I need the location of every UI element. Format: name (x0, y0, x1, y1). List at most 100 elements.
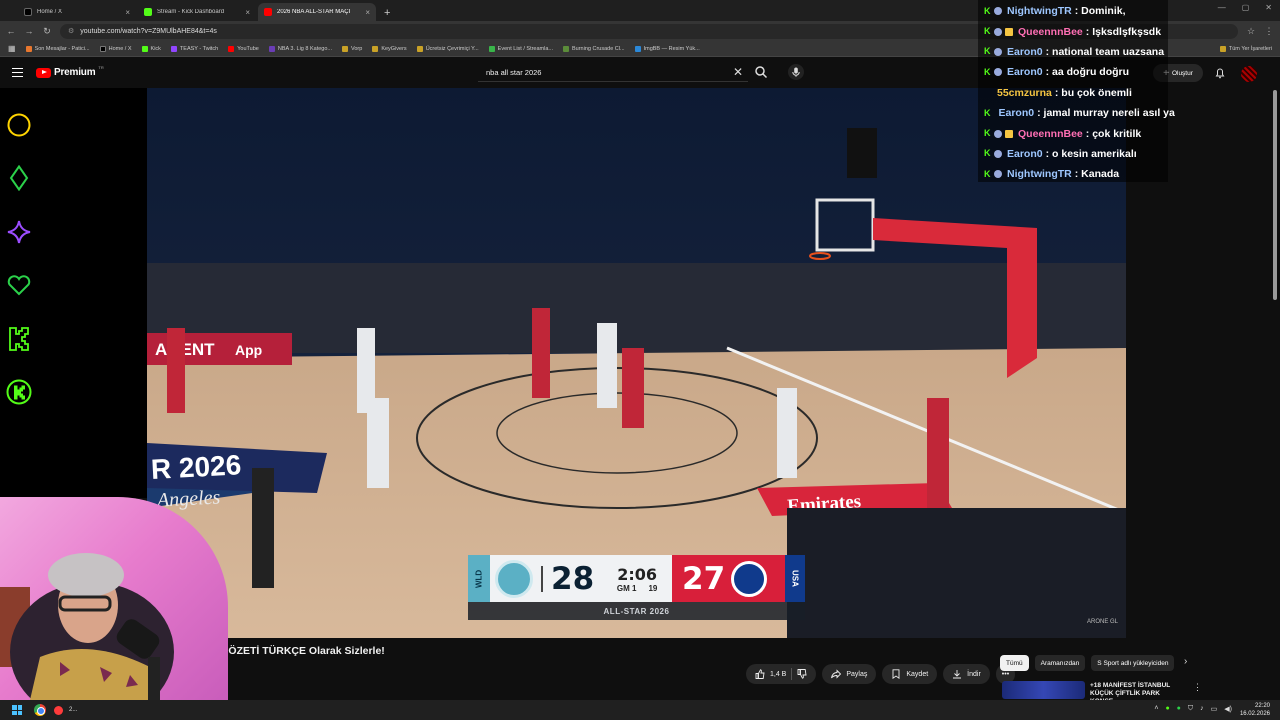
network-icon[interactable]: ▭ (1211, 705, 1218, 713)
star-icon (7, 220, 31, 244)
search-input[interactable]: nba all star 2026 (478, 64, 748, 82)
thumbs-down-icon[interactable] (797, 669, 807, 679)
like-button[interactable]: 1,4 B (746, 664, 817, 684)
bookmark-item[interactable]: KeyGivers (372, 45, 407, 52)
chat-username: NightwingTR (1007, 168, 1072, 181)
bookmark-star-icon[interactable]: ☆ (1246, 26, 1256, 37)
chat-message: K NightwingTR : Kanada (978, 164, 1168, 184)
app-dot-icon[interactable] (54, 705, 63, 715)
share-label: Paylaş (846, 670, 868, 678)
bookmark-item[interactable]: Event List / Streamla... (488, 45, 553, 52)
video-title: IN ÖZETİ TÜRKÇE Olarak Sizlerle! (215, 645, 385, 657)
extensions-icon[interactable]: ⋮ (1264, 26, 1274, 37)
avatar[interactable] (1241, 66, 1257, 82)
bookmark-item[interactable]: ImgBB — Resim Yük... (634, 45, 700, 52)
download-button[interactable]: İndir (943, 664, 990, 684)
site-info-icon[interactable]: ⚙ (68, 27, 74, 35)
tab-label: 2026 NBA ALL-STAR MAÇI (277, 9, 351, 15)
user-badge-icon (994, 7, 1002, 16)
share-button[interactable]: Paylaş (822, 664, 877, 684)
bookmark-item[interactable]: Kick (141, 45, 161, 52)
microphone-icon[interactable] (788, 64, 804, 80)
close-tab-icon[interactable]: × (125, 8, 130, 17)
browser-tab-x[interactable]: Home / X × (18, 3, 136, 21)
minimize-icon[interactable]: — (1218, 3, 1226, 12)
bookmark-item[interactable]: Vorp (341, 45, 362, 52)
user-badge-icon (994, 27, 1002, 36)
all-bookmarks-folder[interactable]: Tüm Yer İşaretleri (1219, 45, 1272, 52)
chip-all[interactable]: Tümü (1000, 655, 1029, 671)
download-label: İndir (967, 670, 981, 678)
browser-tab-youtube[interactable]: 2026 NBA ALL-STAR MAÇI × (258, 3, 376, 21)
new-tab-button[interactable]: + (384, 7, 390, 21)
forward-icon[interactable]: → (24, 26, 34, 36)
player-white (777, 388, 797, 478)
search-icon[interactable] (754, 65, 768, 79)
reload-icon[interactable]: ↻ (42, 26, 52, 37)
team-right-abbr: USA (785, 555, 805, 602)
player-white (597, 323, 617, 408)
app-tray-icon[interactable]: ● (1165, 705, 1169, 713)
close-tab-icon[interactable]: × (245, 8, 250, 17)
taskbar-app-label[interactable]: 2... (69, 707, 77, 713)
shield-icon[interactable]: ⛉ (1188, 705, 1193, 713)
page-scrollbar[interactable] (1273, 90, 1277, 300)
player-white (367, 398, 389, 488)
bookmark-item[interactable]: TEASY - Twitch (170, 45, 218, 52)
more-vertical-icon[interactable]: ⋮ (1193, 682, 1202, 693)
download-icon (953, 670, 962, 679)
game-clock-block: 2:06 GM 1 19 (602, 565, 672, 593)
system-tray: ˄ ● ● ⛉ ♪ ▭ ◀) (1154, 705, 1232, 713)
windows-start-icon[interactable] (12, 705, 22, 715)
bookmark-item[interactable]: NBA 3. Lig 8 Katego... (268, 45, 332, 52)
chat-text: : o kesin amerikalı (1045, 147, 1137, 160)
like-count: 1,4 B (770, 670, 787, 678)
kick-icon (9, 327, 29, 351)
close-window-icon[interactable]: ✕ (1265, 3, 1272, 12)
volume-icon[interactable]: ◀) (1224, 705, 1232, 713)
chevron-right-icon[interactable]: › (1184, 656, 1187, 667)
referee (252, 468, 274, 588)
chat-username: Earon0 (998, 107, 1035, 120)
bookmark-item[interactable]: Son Mesajlar - Patici... (25, 45, 90, 52)
clear-search-icon[interactable]: ✕ (733, 65, 743, 79)
apps-grid-icon[interactable]: ▦ (8, 44, 16, 53)
shot-clock: 19 (648, 583, 658, 593)
headset-icon[interactable]: ♪ (1200, 705, 1204, 713)
diamond-icon (9, 165, 29, 191)
bookmark-item[interactable]: Ücretsiz Çevrimiçi Y... (416, 45, 479, 52)
kick-badge-icon: K (984, 168, 991, 179)
user-badge-icon (994, 129, 1002, 138)
bookmark-item[interactable]: Home / X (99, 45, 132, 52)
chat-text: : Dominik, (1074, 5, 1126, 18)
chrome-icon[interactable] (34, 704, 46, 716)
bookmark-item[interactable]: YouTube (228, 45, 259, 52)
app-tray-icon[interactable]: ● (1177, 705, 1181, 713)
chip-from-uploader[interactable]: S Sport adlı yükleyiciden (1091, 655, 1175, 671)
maximize-icon[interactable]: ▢ (1242, 3, 1250, 12)
chat-text: : national team uazsana (1045, 45, 1165, 58)
subscriber-badge-icon (1005, 129, 1013, 138)
url-text: youtube.com/watch?v=Z9MUlbAHE84&t=4s (80, 27, 217, 35)
os-taskbar: 2... ˄ ● ● ⛉ ♪ ▭ ◀) 22:20 16.02.2026 (0, 700, 1280, 720)
close-tab-icon[interactable]: × (365, 8, 370, 17)
board-text: AGENT (155, 340, 215, 359)
notifications-bell-icon[interactable] (1214, 67, 1226, 79)
hamburger-menu-icon[interactable] (12, 68, 23, 77)
back-icon[interactable]: ← (6, 26, 16, 36)
youtube-logo[interactable]: Premium TR (36, 65, 104, 78)
heart-icon (7, 275, 31, 296)
recommended-video-thumbnail[interactable] (1002, 681, 1085, 699)
user-badge-icon (994, 170, 1002, 179)
arena-banner-text: R 2026 (150, 449, 242, 485)
search-input-value: nba all star 2026 (486, 68, 542, 77)
chat-message: K Earon0 : aa doğru doğru (978, 62, 1168, 82)
browser-tab-kick[interactable]: Stream - Kick Dashboard × (138, 3, 256, 21)
kick-badge-icon: K (984, 46, 991, 57)
chevron-up-icon[interactable]: ˄ (1154, 705, 1158, 713)
taskbar-clock[interactable]: 22:20 16.02.2026 (1240, 702, 1270, 718)
clock-time: 22:20 (1254, 703, 1270, 709)
bookmark-item[interactable]: Burning Crusade Cl... (563, 45, 625, 52)
chip-from-search[interactable]: Aramanızdan (1034, 655, 1086, 671)
save-button[interactable]: Kaydet (882, 664, 938, 684)
